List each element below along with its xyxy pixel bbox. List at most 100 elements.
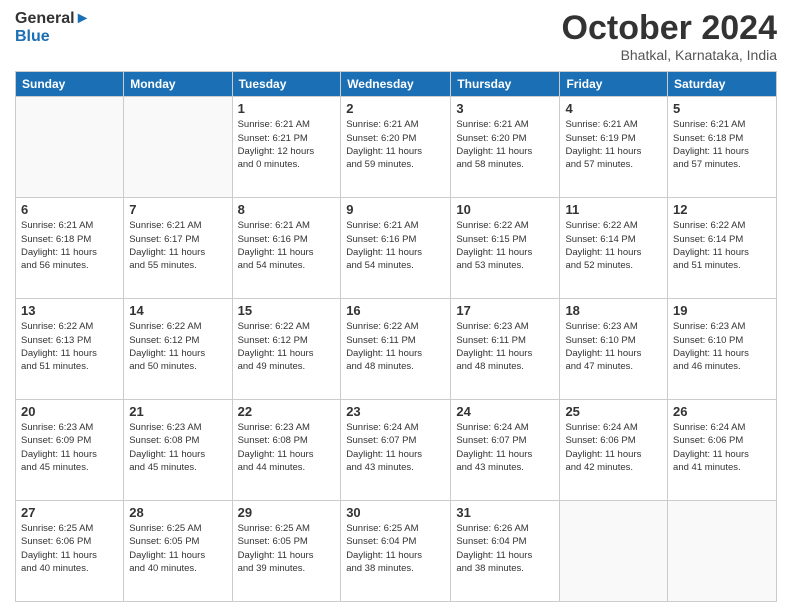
calendar-cell: 9 Sunrise: 6:21 AMSunset: 6:16 PMDaylight…: [341, 198, 451, 299]
calendar-cell: 28 Sunrise: 6:25 AMSunset: 6:05 PMDayligh…: [124, 501, 232, 602]
calendar-cell: 1Sunrise: 6:21 AMSunset: 6:21 PMDaylight…: [232, 97, 341, 198]
day-number: 22: [238, 404, 336, 419]
col-sunday: Sunday: [16, 72, 124, 97]
day-info: Sunrise: 6:23 AMSunset: 6:10 PMDaylight:…: [565, 320, 662, 373]
calendar-cell: 12Sunrise: 6:22 AMSunset: 6:14 PMDayligh…: [668, 198, 777, 299]
day-number: 9: [346, 202, 445, 217]
col-friday: Friday: [560, 72, 668, 97]
day-info: Sunrise: 6:22 AMSunset: 6:13 PMDaylight:…: [21, 320, 118, 373]
day-number: 18: [565, 303, 662, 318]
calendar-cell: 11 Sunrise: 6:22 AMSunset: 6:14 PMDayligh…: [560, 198, 668, 299]
day-info: Sunrise: 6:21 AMSunset: 6:19 PMDaylight:…: [565, 118, 662, 171]
day-number: 26: [673, 404, 771, 419]
day-info: Sunrise: 6:22 AMSunset: 6:12 PMDaylight:…: [238, 320, 336, 373]
calendar-week-row: 20 Sunrise: 6:23 AMSunset: 6:09 PMDayligh…: [16, 400, 777, 501]
day-info: Sunrise: 6:23 AMSunset: 6:09 PMDaylight:…: [21, 421, 118, 474]
calendar-week-row: 13 Sunrise: 6:22 AMSunset: 6:13 PMDayligh…: [16, 299, 777, 400]
calendar-cell: 14 Sunrise: 6:22 AMSunset: 6:12 PMDayligh…: [124, 299, 232, 400]
day-info: Sunrise: 6:22 AMSunset: 6:15 PMDaylight:…: [456, 219, 554, 272]
calendar-cell: 5 Sunrise: 6:21 AMSunset: 6:18 PMDaylight…: [668, 97, 777, 198]
calendar-cell: 31Sunrise: 6:26 AMSunset: 6:04 PMDayligh…: [451, 501, 560, 602]
day-number: 31: [456, 505, 554, 520]
page: General► Blue October 2024 Bhatkal, Karn…: [0, 0, 792, 612]
calendar-cell: 4 Sunrise: 6:21 AMSunset: 6:19 PMDaylight…: [560, 97, 668, 198]
day-info: Sunrise: 6:24 AMSunset: 6:06 PMDaylight:…: [673, 421, 771, 474]
title-block: October 2024 Bhatkal, Karnataka, India: [562, 10, 777, 63]
calendar-cell: 22 Sunrise: 6:23 AMSunset: 6:08 PMDayligh…: [232, 400, 341, 501]
header: General► Blue October 2024 Bhatkal, Karn…: [15, 10, 777, 63]
day-number: 15: [238, 303, 336, 318]
calendar-cell: 17 Sunrise: 6:23 AMSunset: 6:11 PMDayligh…: [451, 299, 560, 400]
col-monday: Monday: [124, 72, 232, 97]
day-number: 3: [456, 101, 554, 116]
month-title: October 2024: [562, 10, 777, 47]
day-info: Sunrise: 6:25 AMSunset: 6:05 PMDaylight:…: [238, 522, 336, 575]
calendar-week-row: 1Sunrise: 6:21 AMSunset: 6:21 PMDaylight…: [16, 97, 777, 198]
day-number: 20: [21, 404, 118, 419]
calendar-cell: [124, 97, 232, 198]
calendar-week-row: 6 Sunrise: 6:21 AMSunset: 6:18 PMDaylight…: [16, 198, 777, 299]
calendar-cell: [560, 501, 668, 602]
day-info: Sunrise: 6:21 AMSunset: 6:18 PMDaylight:…: [21, 219, 118, 272]
calendar-cell: 10 Sunrise: 6:22 AMSunset: 6:15 PMDayligh…: [451, 198, 560, 299]
col-thursday: Thursday: [451, 72, 560, 97]
calendar-cell: 20 Sunrise: 6:23 AMSunset: 6:09 PMDayligh…: [16, 400, 124, 501]
day-number: 30: [346, 505, 445, 520]
logo: General► Blue: [15, 10, 90, 45]
day-info: Sunrise: 6:22 AMSunset: 6:12 PMDaylight:…: [129, 320, 226, 373]
calendar-cell: 8 Sunrise: 6:21 AMSunset: 6:16 PMDaylight…: [232, 198, 341, 299]
day-info: Sunrise: 6:21 AMSunset: 6:18 PMDaylight:…: [673, 118, 771, 171]
day-number: 6: [21, 202, 118, 217]
day-number: 14: [129, 303, 226, 318]
day-info: Sunrise: 6:25 AMSunset: 6:06 PMDaylight:…: [21, 522, 118, 575]
day-number: 1: [238, 101, 336, 116]
calendar-cell: 2Sunrise: 6:21 AMSunset: 6:20 PMDaylight…: [341, 97, 451, 198]
day-number: 28: [129, 505, 226, 520]
day-info: Sunrise: 6:24 AMSunset: 6:07 PMDaylight:…: [346, 421, 445, 474]
day-number: 13: [21, 303, 118, 318]
calendar-cell: 18 Sunrise: 6:23 AMSunset: 6:10 PMDayligh…: [560, 299, 668, 400]
day-number: 12: [673, 202, 771, 217]
day-info: Sunrise: 6:23 AMSunset: 6:11 PMDaylight:…: [456, 320, 554, 373]
calendar-cell: 21 Sunrise: 6:23 AMSunset: 6:08 PMDayligh…: [124, 400, 232, 501]
day-info: Sunrise: 6:24 AMSunset: 6:06 PMDaylight:…: [565, 421, 662, 474]
day-number: 17: [456, 303, 554, 318]
col-tuesday: Tuesday: [232, 72, 341, 97]
calendar-cell: 15 Sunrise: 6:22 AMSunset: 6:12 PMDayligh…: [232, 299, 341, 400]
day-number: 4: [565, 101, 662, 116]
day-number: 10: [456, 202, 554, 217]
day-info: Sunrise: 6:21 AMSunset: 6:16 PMDaylight:…: [238, 219, 336, 272]
calendar-cell: 19Sunrise: 6:23 AMSunset: 6:10 PMDayligh…: [668, 299, 777, 400]
day-number: 2: [346, 101, 445, 116]
calendar-cell: 16Sunrise: 6:22 AMSunset: 6:11 PMDayligh…: [341, 299, 451, 400]
calendar-cell: 29Sunrise: 6:25 AMSunset: 6:05 PMDayligh…: [232, 501, 341, 602]
day-info: Sunrise: 6:25 AMSunset: 6:05 PMDaylight:…: [129, 522, 226, 575]
calendar-cell: [16, 97, 124, 198]
calendar-header-row: Sunday Monday Tuesday Wednesday Thursday…: [16, 72, 777, 97]
calendar-cell: 7Sunrise: 6:21 AMSunset: 6:17 PMDaylight…: [124, 198, 232, 299]
day-info: Sunrise: 6:25 AMSunset: 6:04 PMDaylight:…: [346, 522, 445, 575]
day-number: 7: [129, 202, 226, 217]
calendar-cell: 26 Sunrise: 6:24 AMSunset: 6:06 PMDayligh…: [668, 400, 777, 501]
day-number: 16: [346, 303, 445, 318]
calendar-cell: 23 Sunrise: 6:24 AMSunset: 6:07 PMDayligh…: [341, 400, 451, 501]
col-saturday: Saturday: [668, 72, 777, 97]
calendar-cell: 6 Sunrise: 6:21 AMSunset: 6:18 PMDaylight…: [16, 198, 124, 299]
day-number: 25: [565, 404, 662, 419]
day-number: 27: [21, 505, 118, 520]
day-info: Sunrise: 6:21 AMSunset: 6:20 PMDaylight:…: [456, 118, 554, 171]
day-number: 8: [238, 202, 336, 217]
day-number: 21: [129, 404, 226, 419]
day-number: 11: [565, 202, 662, 217]
day-info: Sunrise: 6:23 AMSunset: 6:10 PMDaylight:…: [673, 320, 771, 373]
day-info: Sunrise: 6:23 AMSunset: 6:08 PMDaylight:…: [238, 421, 336, 474]
day-number: 23: [346, 404, 445, 419]
day-info: Sunrise: 6:22 AMSunset: 6:14 PMDaylight:…: [565, 219, 662, 272]
calendar-cell: 25 Sunrise: 6:24 AMSunset: 6:06 PMDayligh…: [560, 400, 668, 501]
day-info: Sunrise: 6:23 AMSunset: 6:08 PMDaylight:…: [129, 421, 226, 474]
day-number: 5: [673, 101, 771, 116]
calendar-cell: 24Sunrise: 6:24 AMSunset: 6:07 PMDayligh…: [451, 400, 560, 501]
day-info: Sunrise: 6:24 AMSunset: 6:07 PMDaylight:…: [456, 421, 554, 474]
calendar-cell: 13 Sunrise: 6:22 AMSunset: 6:13 PMDayligh…: [16, 299, 124, 400]
day-info: Sunrise: 6:21 AMSunset: 6:16 PMDaylight:…: [346, 219, 445, 272]
